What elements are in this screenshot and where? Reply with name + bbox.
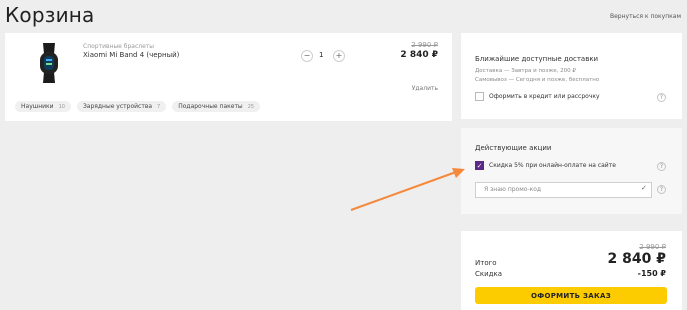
delivery-title: Ближайшие доступные доставки: [475, 55, 599, 63]
help-icon[interactable]: ?: [657, 93, 666, 102]
item-old-price: 2 990 ₽: [411, 41, 438, 49]
order-summary-card: 2 990 ₽ Итого 2 840 ₽ Скидка -150 ₽ ОФОР…: [461, 231, 682, 310]
quantity-decrease-button[interactable]: −: [301, 50, 313, 62]
delivery-courier-info: Доставка — Завтра и позже, 200 ₽: [475, 68, 576, 74]
chip-chargers[interactable]: Зарядные устройства 7: [76, 101, 167, 112]
promotions-card: Действующие акции ✓ Скидка 5% при онлайн…: [461, 128, 682, 214]
help-icon[interactable]: ?: [657, 162, 666, 171]
cart-item-card: Спортивные браслеты Xiaomi Mi Band 4 (че…: [5, 33, 452, 121]
quantity-value: 1: [319, 51, 324, 59]
delivery-pickup-info: Самовывоз — Сегодня и позже, бесплатно: [475, 77, 600, 83]
discount-value: -150 ₽: [637, 269, 666, 278]
item-price: 2 840 ₽: [400, 50, 438, 60]
delivery-card: Ближайшие доступные доставки Доставка — …: [461, 33, 682, 119]
online-discount-label[interactable]: Скидка 5% при онлайн-оплате на сайте: [489, 162, 616, 169]
quantity-increase-button[interactable]: +: [333, 50, 345, 62]
checkout-button[interactable]: ОФОРМИТЬ ЗАКАЗ: [475, 287, 667, 304]
chip-count: 25: [247, 103, 255, 110]
delete-item-button[interactable]: Удалить: [412, 85, 438, 92]
promotions-title: Действующие акции: [475, 144, 552, 152]
credit-label[interactable]: Оформить в кредит или рассрочку: [489, 93, 600, 100]
total-value: 2 840 ₽: [607, 251, 666, 267]
chip-count: 7: [157, 103, 161, 110]
back-to-shopping-link[interactable]: Вернуться к покупкам: [610, 13, 681, 20]
old-total-price: 2 990 ₽: [639, 243, 666, 251]
accessory-chips: Наушники 10 Зарядные устройства 7 Подаро…: [15, 101, 261, 112]
promo-code-input[interactable]: Я знаю промо-код: [475, 182, 652, 198]
help-icon[interactable]: ?: [657, 185, 666, 194]
fitness-band-image: [40, 43, 58, 83]
chip-label: Зарядные устройства: [82, 103, 153, 110]
total-label: Итого: [475, 259, 497, 267]
promo-apply-check-icon[interactable]: ✓: [641, 184, 647, 192]
product-name[interactable]: Xiaomi Mi Band 4 (черный): [83, 51, 179, 59]
chip-count: 10: [58, 103, 65, 110]
annotation-arrow-icon: [350, 168, 465, 211]
chip-headphones[interactable]: Наушники 10: [15, 101, 71, 112]
page-title: Корзина: [5, 3, 95, 27]
chip-label: Подарочные пакеты: [178, 103, 243, 110]
chip-label: Наушники: [21, 103, 54, 110]
discount-label: Скидка: [475, 270, 503, 278]
credit-checkbox[interactable]: [475, 92, 484, 101]
chip-gift-bags[interactable]: Подарочные пакеты 25: [172, 101, 261, 112]
online-discount-checkbox[interactable]: ✓: [475, 161, 484, 170]
product-category: Спортивные браслеты: [83, 43, 155, 50]
